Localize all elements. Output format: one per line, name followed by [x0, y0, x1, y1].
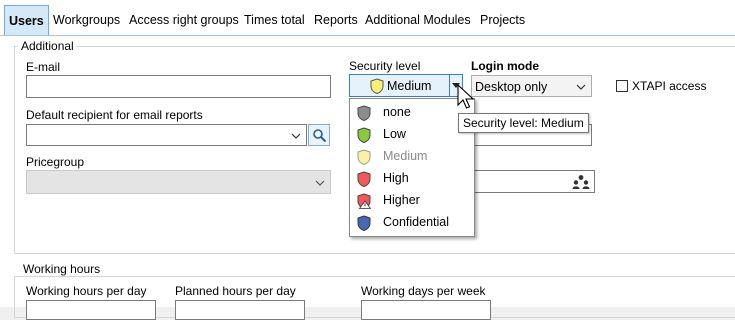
email-field[interactable] [26, 75, 331, 98]
users-picker-field[interactable] [474, 170, 595, 193]
days-per-week-field[interactable] [361, 300, 491, 320]
default-recipient-label: Default recipient for email reports [26, 108, 203, 122]
search-button[interactable] [308, 124, 330, 146]
security-level-label: Security level [349, 59, 421, 73]
tab-times-total[interactable]: Times total [240, 7, 309, 29]
chevron-down-icon [291, 133, 301, 139]
option-medium[interactable]: Medium [350, 146, 474, 168]
shield-blue-icon [357, 215, 371, 231]
shield-gray-icon [357, 105, 371, 121]
tab-users[interactable]: Users [4, 5, 49, 36]
chevron-down-icon [315, 180, 325, 186]
option-high[interactable]: High [350, 168, 474, 190]
xtapi-label: XTAPI access [632, 79, 707, 93]
tab-access-right-groups[interactable]: Access right groups [125, 7, 243, 29]
chevron-down-icon [576, 84, 586, 90]
additional-legend: Additional [18, 39, 77, 53]
security-level-value: Medium [387, 79, 432, 93]
option-low[interactable]: Low [350, 124, 474, 146]
xtapi-checkbox[interactable] [616, 80, 628, 92]
shield-yellow-icon [357, 149, 371, 165]
working-hours-legend: Working hours [20, 262, 104, 276]
security-level-tooltip: Security level: Medium [458, 113, 589, 133]
tab-projects[interactable]: Projects [476, 7, 529, 29]
tab-reports[interactable]: Reports [310, 7, 362, 29]
planned-hours-field[interactable] [175, 300, 305, 320]
login-mode-value: Desktop only [475, 80, 548, 94]
security-level-dropdown[interactable]: Medium [349, 74, 463, 97]
pricegroup-label: Pricegroup [26, 155, 85, 169]
security-level-list: none Low Medium High Higher Confidential [349, 98, 475, 237]
users-group-icon[interactable] [572, 174, 590, 189]
login-mode-select[interactable]: Desktop only [471, 75, 592, 97]
search-icon [313, 129, 327, 143]
shield-red-warning-icon [357, 193, 371, 209]
shield-yellow-icon [370, 78, 384, 94]
tab-workgroups[interactable]: Workgroups [49, 7, 124, 29]
days-per-week-label: Working days per week [361, 284, 486, 298]
shield-green-icon [357, 127, 371, 143]
option-higher[interactable]: Higher [350, 190, 474, 212]
email-label: E-mail [26, 60, 61, 74]
hours-per-day-label: Working hours per day [26, 284, 147, 298]
planned-hours-label: Planned hours per day [175, 284, 296, 298]
login-mode-label: Login mode [471, 59, 539, 73]
tab-additional-modules[interactable]: Additional Modules [361, 7, 475, 29]
pricegroup-select[interactable] [26, 170, 331, 194]
tab-bar: Users Workgroups Access right groups Tim… [0, 0, 735, 36]
shield-red-icon [357, 171, 371, 187]
default-recipient-select[interactable] [26, 124, 307, 146]
option-none[interactable]: none [350, 102, 474, 124]
mouse-cursor-icon [457, 84, 475, 109]
option-confidential[interactable]: Confidential [350, 212, 474, 234]
hours-per-day-field[interactable] [26, 300, 156, 320]
